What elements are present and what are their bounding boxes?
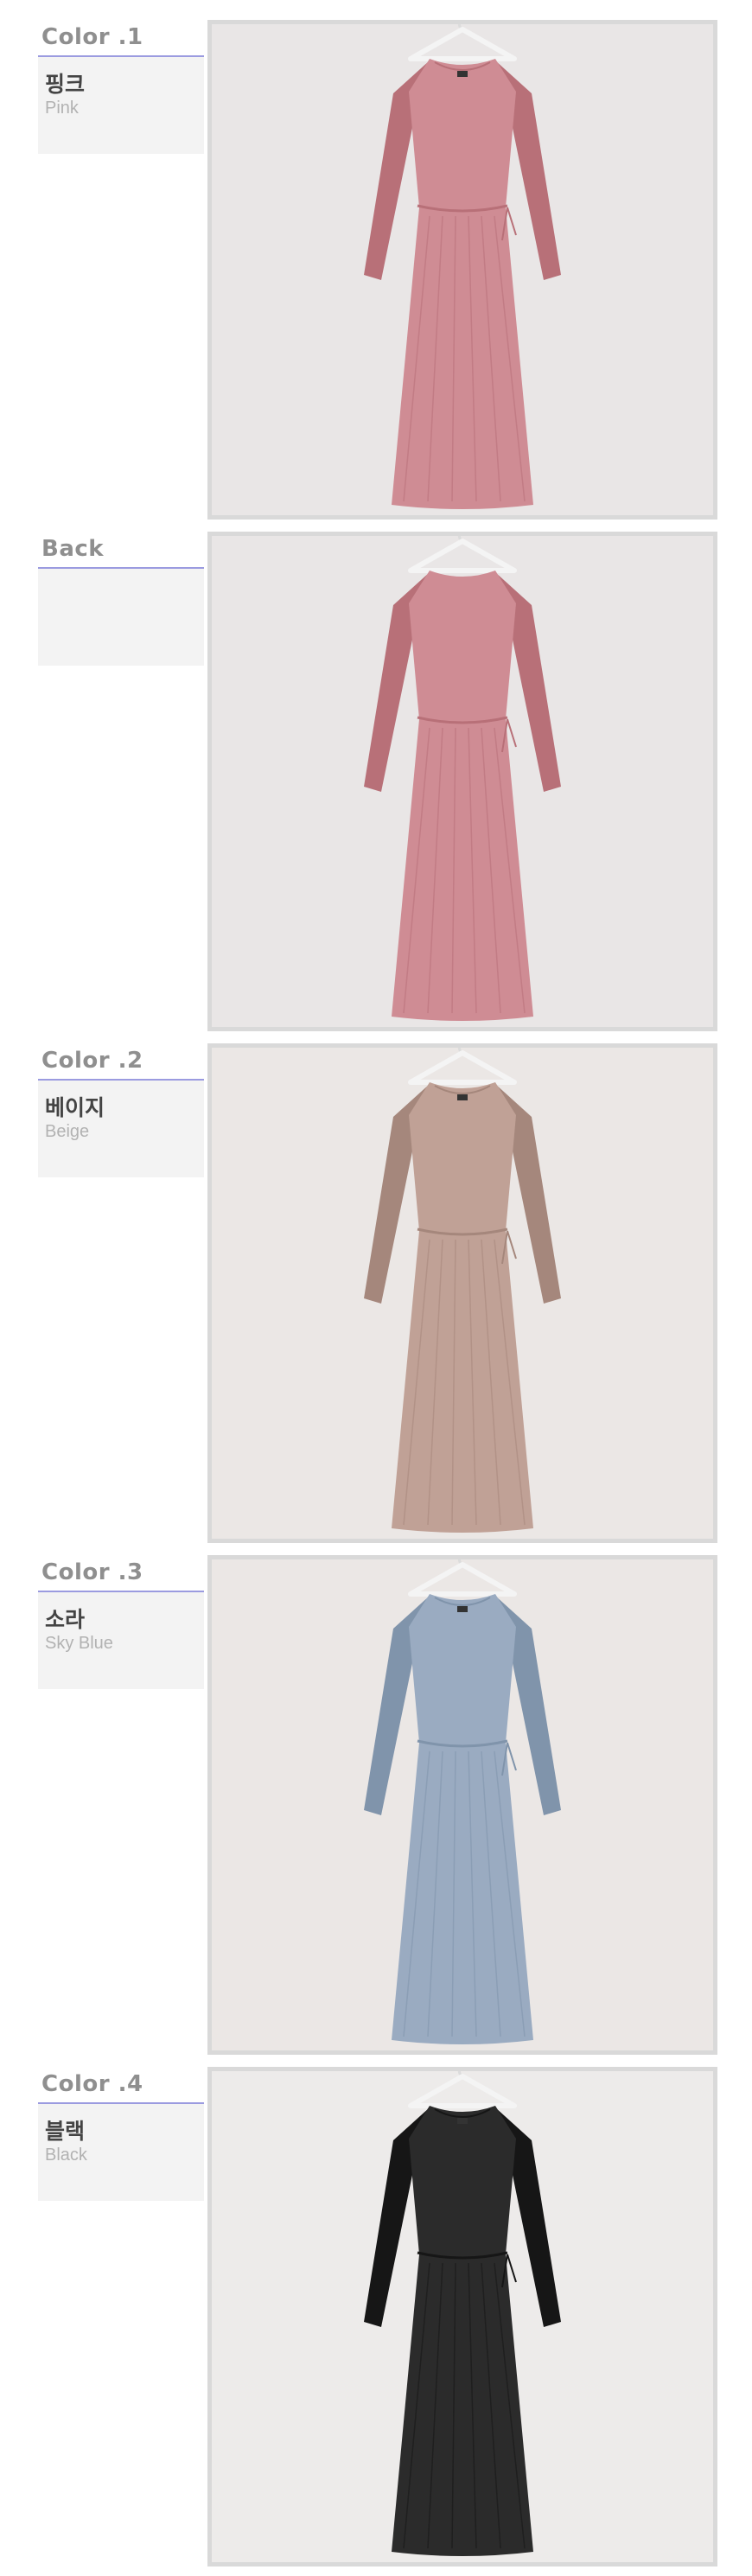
color-info-box: 소라 Sky Blue [38, 1592, 204, 1689]
color-title: Color .3 [41, 1559, 143, 1585]
color-section-skyblue: Color .3 소라 Sky Blue [0, 1553, 752, 2064]
dress-photo [207, 1043, 717, 1543]
color-title: Color .4 [41, 2071, 143, 2097]
color-name-english: Pink [45, 99, 79, 118]
color-name-korean: 베이지 [45, 1095, 105, 1120]
dress-illustration [212, 2071, 713, 2562]
back-info-box [38, 569, 204, 666]
color-name-english: Black [45, 2146, 87, 2165]
back-section: Back [0, 529, 752, 1041]
color-section-beige: Color .2 베이지 Beige [0, 1041, 752, 1553]
color-title: Color .1 [41, 24, 143, 50]
color-info-box: 핑크 Pink [38, 57, 204, 154]
dress-photo [207, 2067, 717, 2566]
back-title: Back [41, 536, 105, 562]
color-name-korean: 블랙 [45, 2119, 86, 2144]
color-info-box: 블랙 Black [38, 2104, 204, 2201]
dress-illustration [212, 1048, 713, 1539]
color-name-english: Beige [45, 1122, 90, 1141]
color-title: Color .2 [41, 1048, 143, 1074]
color-section-black: Color .4 블랙 Black [0, 2064, 752, 2576]
dress-photo [207, 20, 717, 520]
dress-illustration [212, 536, 713, 1027]
color-name-korean: 핑크 [45, 72, 86, 97]
color-info-box: 베이지 Beige [38, 1081, 204, 1177]
dress-photo [207, 1555, 717, 2055]
color-section-pink: Color .1 핑크 Pink [0, 17, 752, 529]
dress-illustration [212, 24, 713, 515]
dress-illustration [212, 1559, 713, 2050]
color-name-korean: 소라 [45, 1607, 86, 1632]
dress-back-photo [207, 532, 717, 1031]
color-name-english: Sky Blue [45, 1634, 113, 1653]
